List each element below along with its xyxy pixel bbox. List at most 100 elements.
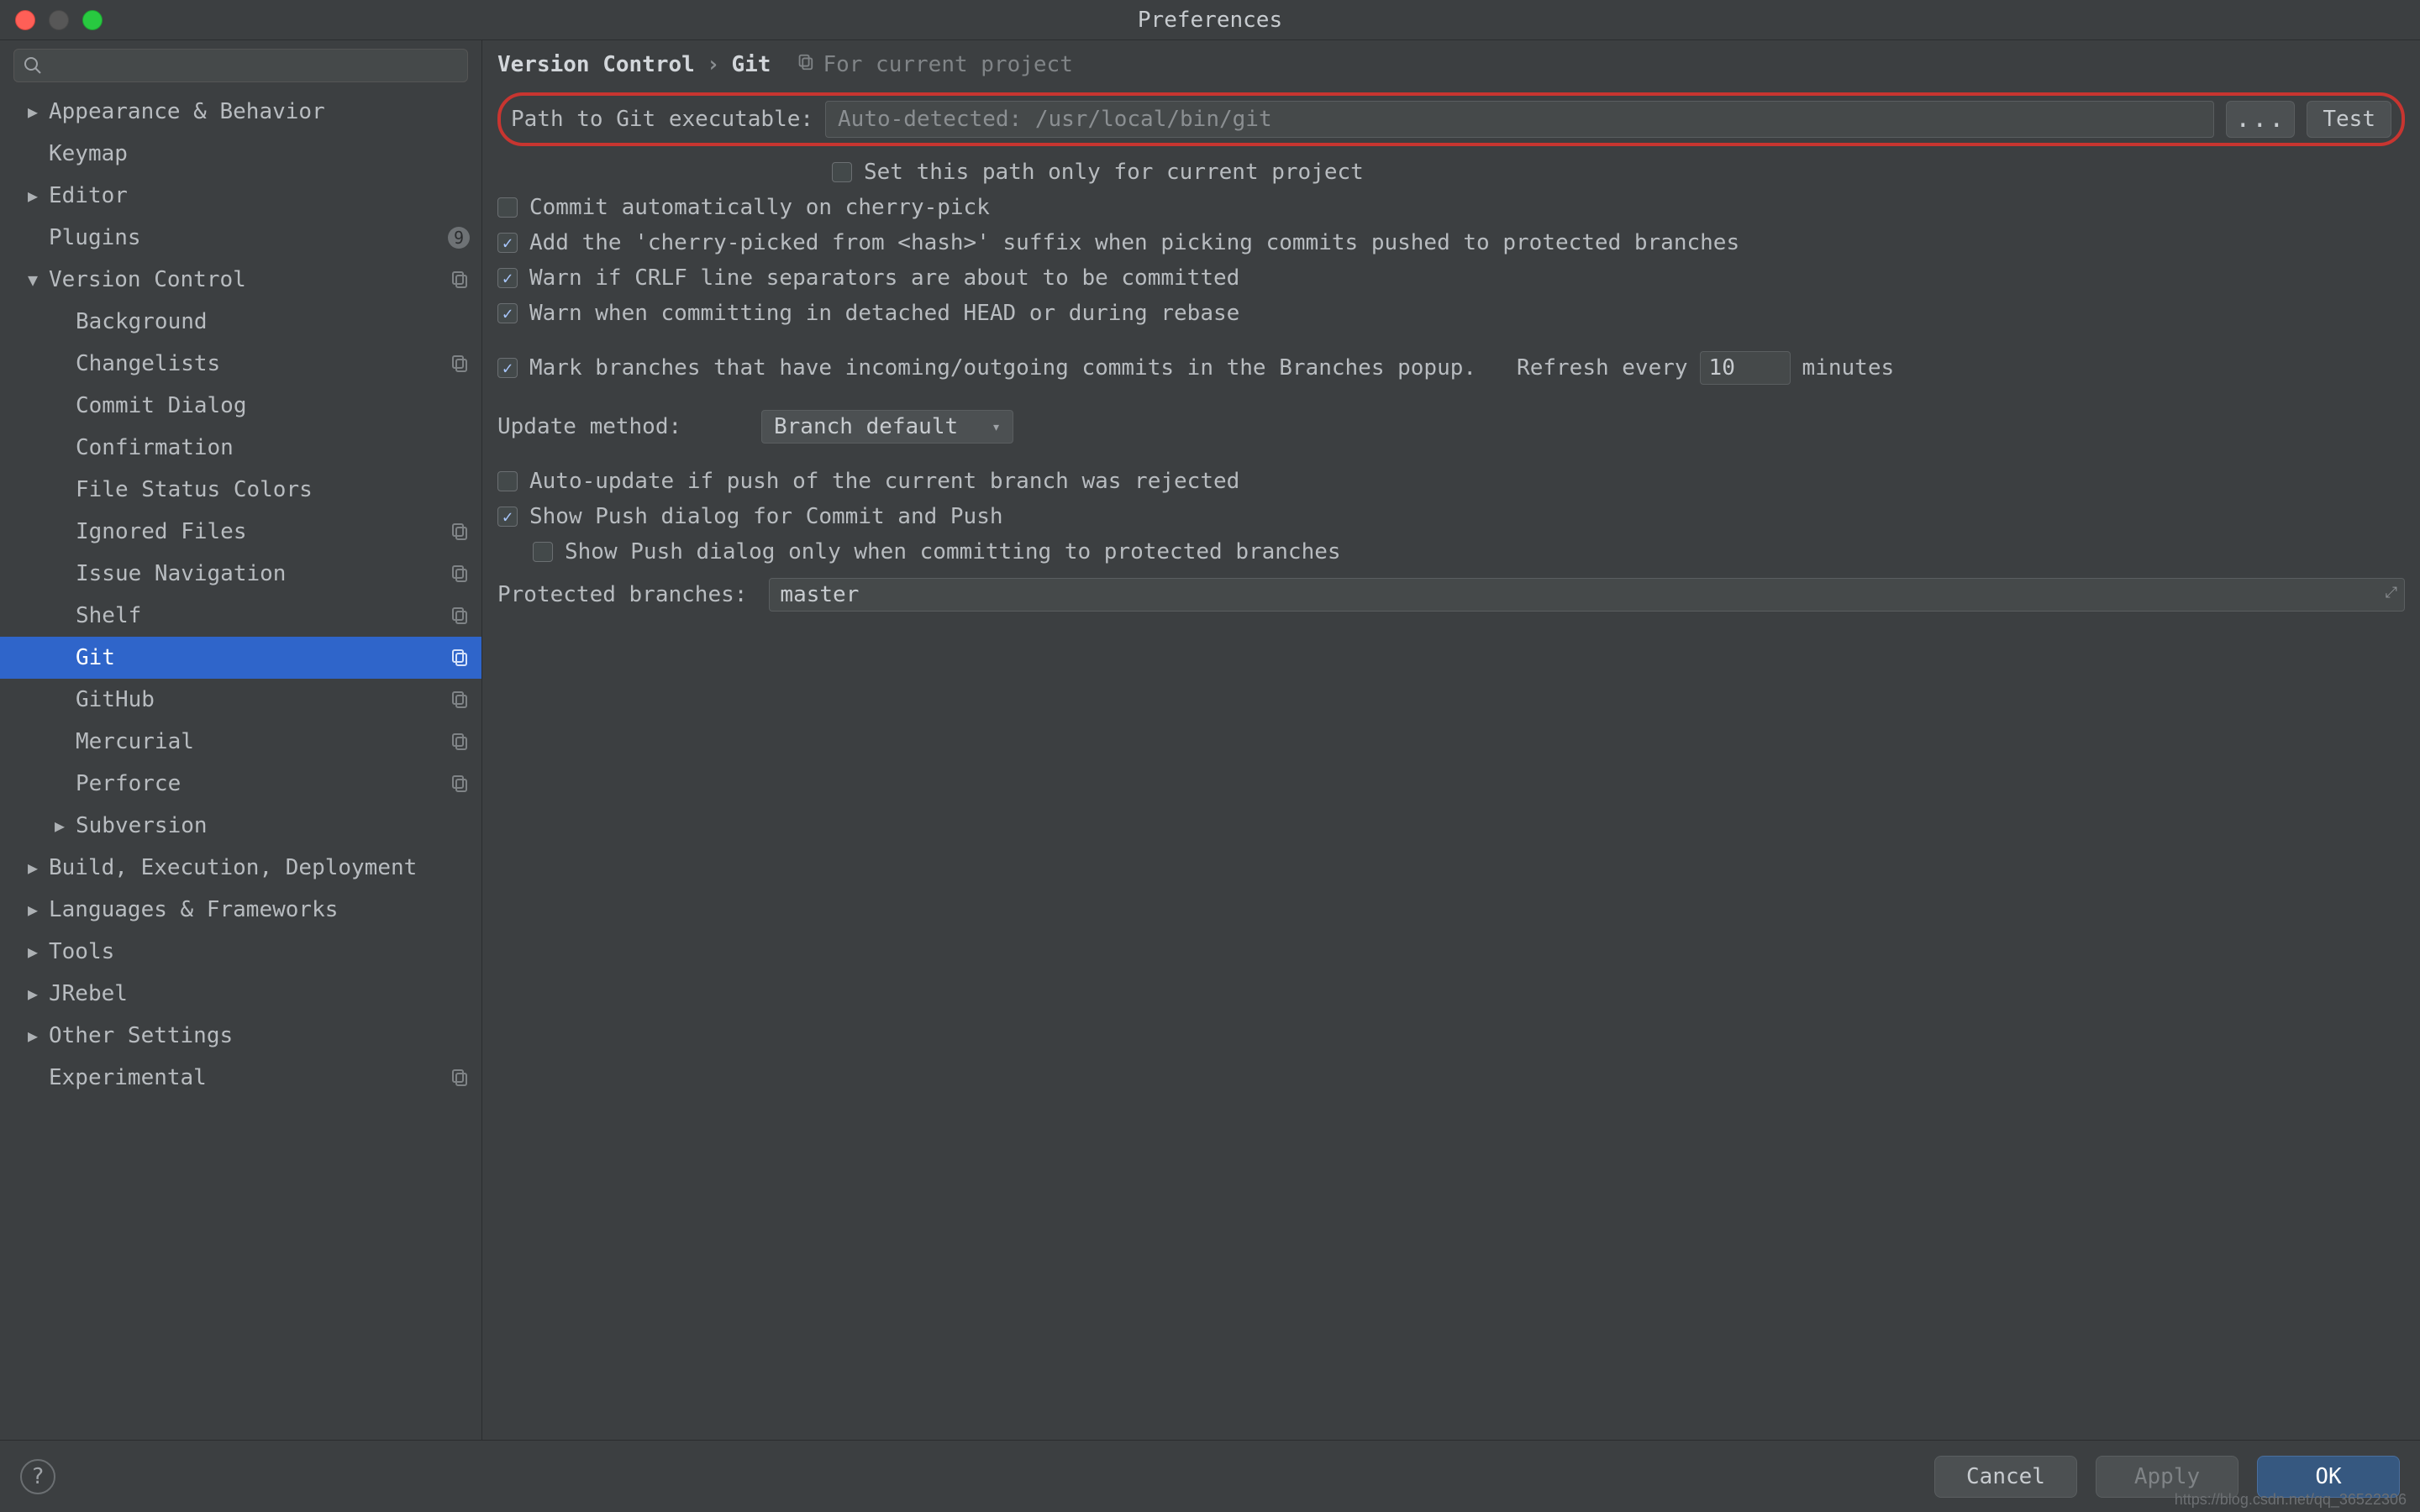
chevron-right-icon: ▶ xyxy=(24,900,42,920)
sidebar-item-changelists[interactable]: ▶Changelists xyxy=(0,343,481,385)
auto-update-checkbox[interactable] xyxy=(497,471,518,491)
auto-commit-cherry-checkbox[interactable] xyxy=(497,197,518,218)
project-level-icon xyxy=(448,269,470,291)
sidebar-item-label: Build, Execution, Deployment xyxy=(49,855,470,880)
crlf-warn-label: Warn if CRLF line separators are about t… xyxy=(529,265,1239,291)
sidebar-item-file-status-colors[interactable]: ▶File Status Colors xyxy=(0,469,481,511)
expand-icon[interactable]: ⤢ xyxy=(2386,584,2397,601)
for-current-project-label: For current project xyxy=(796,52,1072,77)
show-push-protected-checkbox[interactable] xyxy=(533,542,553,562)
settings-main-panel: Version Control › Git For current projec… xyxy=(482,40,2420,1440)
chevron-down-icon: ▼ xyxy=(24,270,42,290)
breadcrumb-separator: › xyxy=(707,52,720,77)
sidebar-item-label: Changelists xyxy=(76,351,448,376)
sidebar-item-perforce[interactable]: ▶Perforce xyxy=(0,763,481,805)
show-push-checkbox[interactable] xyxy=(497,507,518,527)
auto-commit-cherry-label: Commit automatically on cherry-pick xyxy=(529,195,990,220)
settings-sidebar: ▶Appearance & Behavior▶Keymap▶Editor▶Plu… xyxy=(0,40,482,1440)
dialog-footer: ? Cancel Apply OK xyxy=(0,1440,2420,1512)
sidebar-item-appearance-behavior[interactable]: ▶ Appearance & Behavior xyxy=(0,91,481,133)
test-button[interactable]: Test xyxy=(2307,101,2391,138)
sidebar-item-build-execution-deployment[interactable]: ▶ Build, Execution, Deployment xyxy=(0,847,481,889)
sidebar-item-experimental[interactable]: ▶Experimental xyxy=(0,1057,481,1099)
search-input[interactable] xyxy=(13,49,468,82)
git-path-input[interactable]: Auto-detected: /usr/local/bin/git xyxy=(825,101,2214,138)
sidebar-item-issue-navigation[interactable]: ▶Issue Navigation xyxy=(0,553,481,595)
protected-branches-label: Protected branches: xyxy=(497,582,747,607)
sidebar-item-label: Editor xyxy=(49,183,470,208)
breadcrumb-parent[interactable]: Version Control xyxy=(497,52,695,77)
project-level-icon xyxy=(448,605,470,627)
sidebar-item-git[interactable]: ▶Git xyxy=(0,637,481,679)
project-level-icon xyxy=(448,731,470,753)
sidebar-item-label: Subversion xyxy=(76,813,470,838)
breadcrumb-current: Git xyxy=(731,52,771,77)
project-level-icon xyxy=(448,773,470,795)
sidebar-item-shelf[interactable]: ▶Shelf xyxy=(0,595,481,637)
project-level-icon xyxy=(448,1067,470,1089)
sidebar-item-confirmation[interactable]: ▶Confirmation xyxy=(0,427,481,469)
sidebar-item-github[interactable]: ▶GitHub xyxy=(0,679,481,721)
cancel-button[interactable]: Cancel xyxy=(1934,1456,2077,1498)
sidebar-item-label: Appearance & Behavior xyxy=(49,99,470,124)
sidebar-item-tools[interactable]: ▶Tools xyxy=(0,931,481,973)
sidebar-item-subversion[interactable]: ▶Subversion xyxy=(0,805,481,847)
chevron-right-icon: ▶ xyxy=(24,102,42,122)
cherry-suffix-checkbox[interactable] xyxy=(497,233,518,253)
sidebar-item-label: JRebel xyxy=(49,981,470,1006)
sidebar-item-label: Commit Dialog xyxy=(76,393,470,418)
browse-button[interactable]: ... xyxy=(2226,101,2295,138)
git-path-label: Path to Git executable: xyxy=(511,107,813,132)
watermark-text: https://blog.csdn.net/qq_36522306 xyxy=(2175,1491,2407,1509)
sidebar-item-label: Ignored Files xyxy=(76,519,448,544)
sidebar-item-label: Languages & Frameworks xyxy=(49,897,470,922)
protected-branches-input[interactable]: master ⤢ xyxy=(769,578,2405,612)
refresh-every-label: Refresh every xyxy=(1517,355,1688,381)
close-window-button[interactable] xyxy=(15,10,35,30)
refresh-interval-input[interactable]: 10 xyxy=(1700,351,1791,385)
chevron-right-icon: ▶ xyxy=(24,1026,42,1046)
sidebar-item-label: Perforce xyxy=(76,771,448,796)
window-title: Preferences xyxy=(1138,8,1282,33)
sidebar-item-editor[interactable]: ▶Editor xyxy=(0,175,481,217)
update-method-select[interactable]: Branch default ▾ xyxy=(761,410,1013,444)
sidebar-item-label: GitHub xyxy=(76,687,448,712)
sidebar-item-background[interactable]: ▶Background xyxy=(0,301,481,343)
help-button[interactable]: ? xyxy=(20,1459,55,1494)
chevron-down-icon: ▾ xyxy=(992,418,1001,436)
sidebar-item-plugins[interactable]: ▶Plugins9 xyxy=(0,217,481,259)
sidebar-item-version-control[interactable]: ▼ Version Control xyxy=(0,259,481,301)
sidebar-item-ignored-files[interactable]: ▶Ignored Files xyxy=(0,511,481,553)
mark-branches-label: Mark branches that have incoming/outgoin… xyxy=(529,355,1476,381)
project-level-icon xyxy=(448,521,470,543)
sidebar-item-languages-frameworks[interactable]: ▶ Languages & Frameworks xyxy=(0,889,481,931)
mark-branches-checkbox[interactable] xyxy=(497,358,518,378)
sidebar-item-commit-dialog[interactable]: ▶Commit Dialog xyxy=(0,385,481,427)
sidebar-item-keymap[interactable]: ▶Keymap xyxy=(0,133,481,175)
maximize-window-button[interactable] xyxy=(82,10,103,30)
sidebar-item-label: Mercurial xyxy=(76,729,448,754)
sidebar-item-jrebel[interactable]: ▶JRebel xyxy=(0,973,481,1015)
crlf-warn-checkbox[interactable] xyxy=(497,268,518,288)
chevron-right-icon: ▶ xyxy=(24,858,42,878)
minutes-label: minutes xyxy=(1802,355,1895,381)
sidebar-item-label: Tools xyxy=(49,939,470,964)
sidebar-item-other-settings[interactable]: ▶Other Settings xyxy=(0,1015,481,1057)
sidebar-item-label: Issue Navigation xyxy=(76,561,448,586)
sidebar-item-label: Version Control xyxy=(49,267,448,292)
set-path-project-checkbox[interactable] xyxy=(832,162,852,182)
sidebar-item-label: Git xyxy=(76,645,448,670)
minimize-window-button[interactable] xyxy=(49,10,69,30)
sidebar-item-label: Plugins xyxy=(49,225,448,250)
sidebar-item-mercurial[interactable]: ▶Mercurial xyxy=(0,721,481,763)
project-level-icon xyxy=(448,647,470,669)
update-count-badge: 9 xyxy=(448,227,470,249)
show-push-protected-label: Show Push dialog only when committing to… xyxy=(565,539,1341,564)
search-icon xyxy=(23,55,43,76)
sidebar-item-label: Keymap xyxy=(49,141,470,166)
breadcrumb: Version Control › Git xyxy=(497,52,771,77)
detached-warn-checkbox[interactable] xyxy=(497,303,518,323)
show-push-label: Show Push dialog for Commit and Push xyxy=(529,504,1003,529)
project-level-icon xyxy=(448,563,470,585)
detached-warn-label: Warn when committing in detached HEAD or… xyxy=(529,301,1239,326)
